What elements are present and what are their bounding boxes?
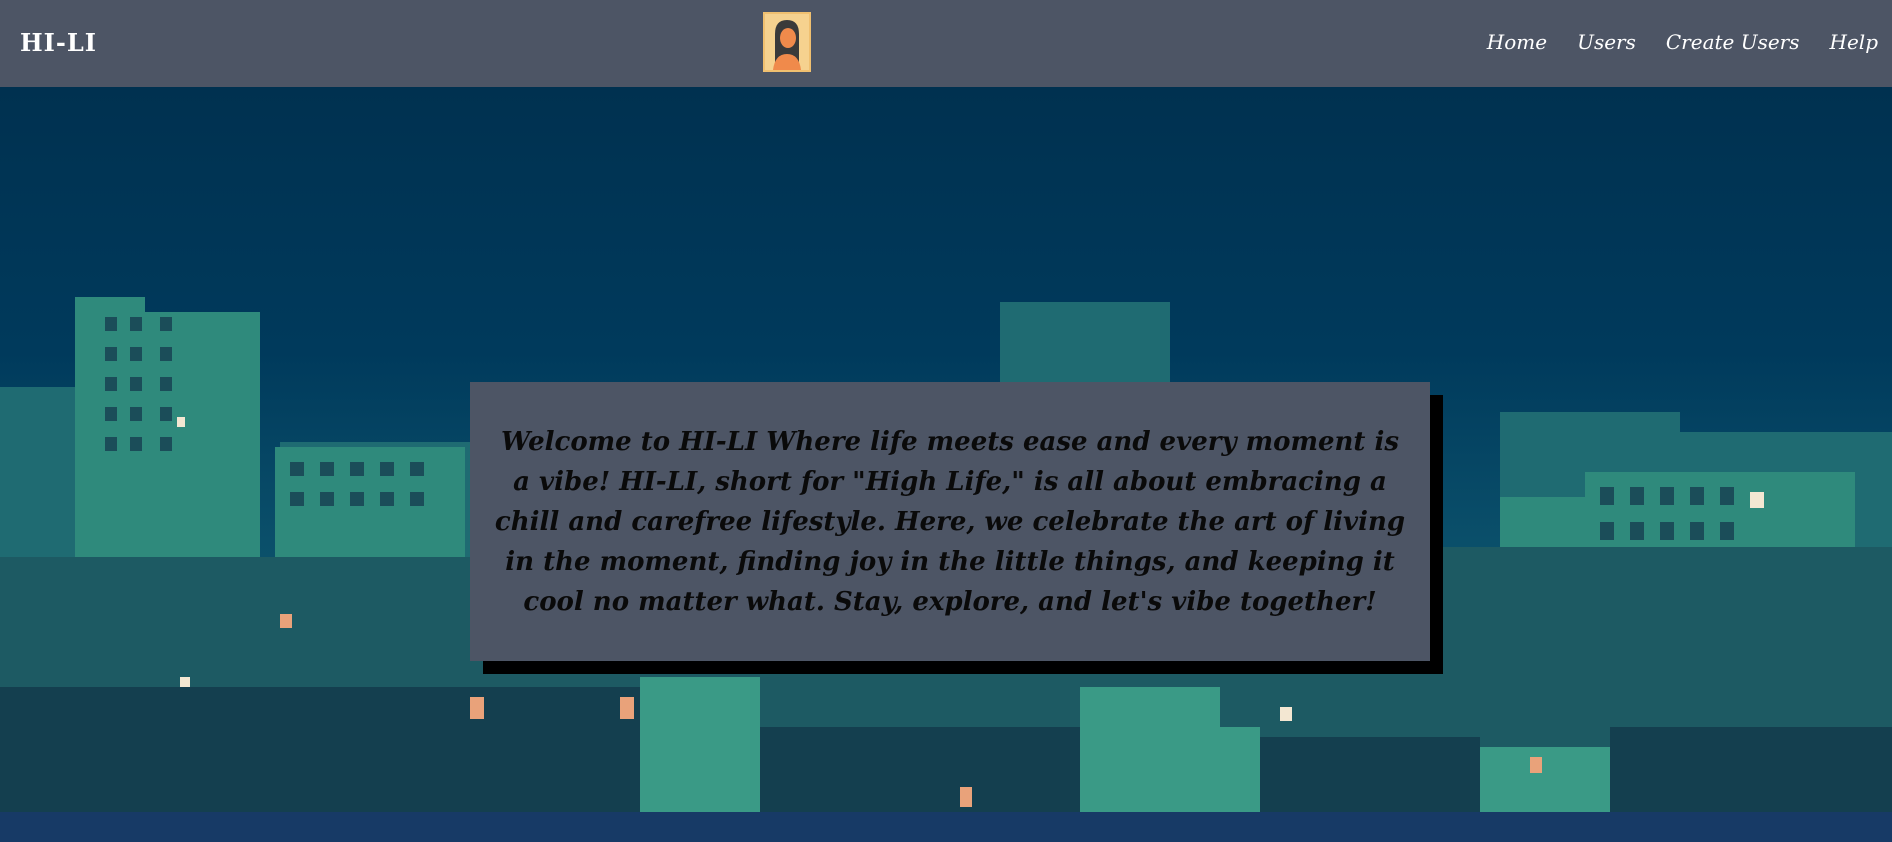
welcome-text: Welcome to HI-LI Where life meets ease a… <box>494 426 1406 617</box>
brand-logo[interactable]: HI-LI <box>20 28 97 57</box>
nav-links: Home Users Create Users Help <box>1487 30 1878 54</box>
top-navbar: HI-LI Home Users Create Users Help <box>0 0 1892 87</box>
nav-create-users-link[interactable]: Create Users <box>1666 30 1800 54</box>
welcome-box: Welcome to HI-LI Where life meets ease a… <box>470 382 1430 661</box>
nav-help-link[interactable]: Help <box>1830 30 1878 54</box>
nav-home-link[interactable]: Home <box>1487 30 1547 54</box>
nav-users-link[interactable]: Users <box>1577 30 1636 54</box>
portrait-avatar-icon[interactable] <box>763 12 811 72</box>
